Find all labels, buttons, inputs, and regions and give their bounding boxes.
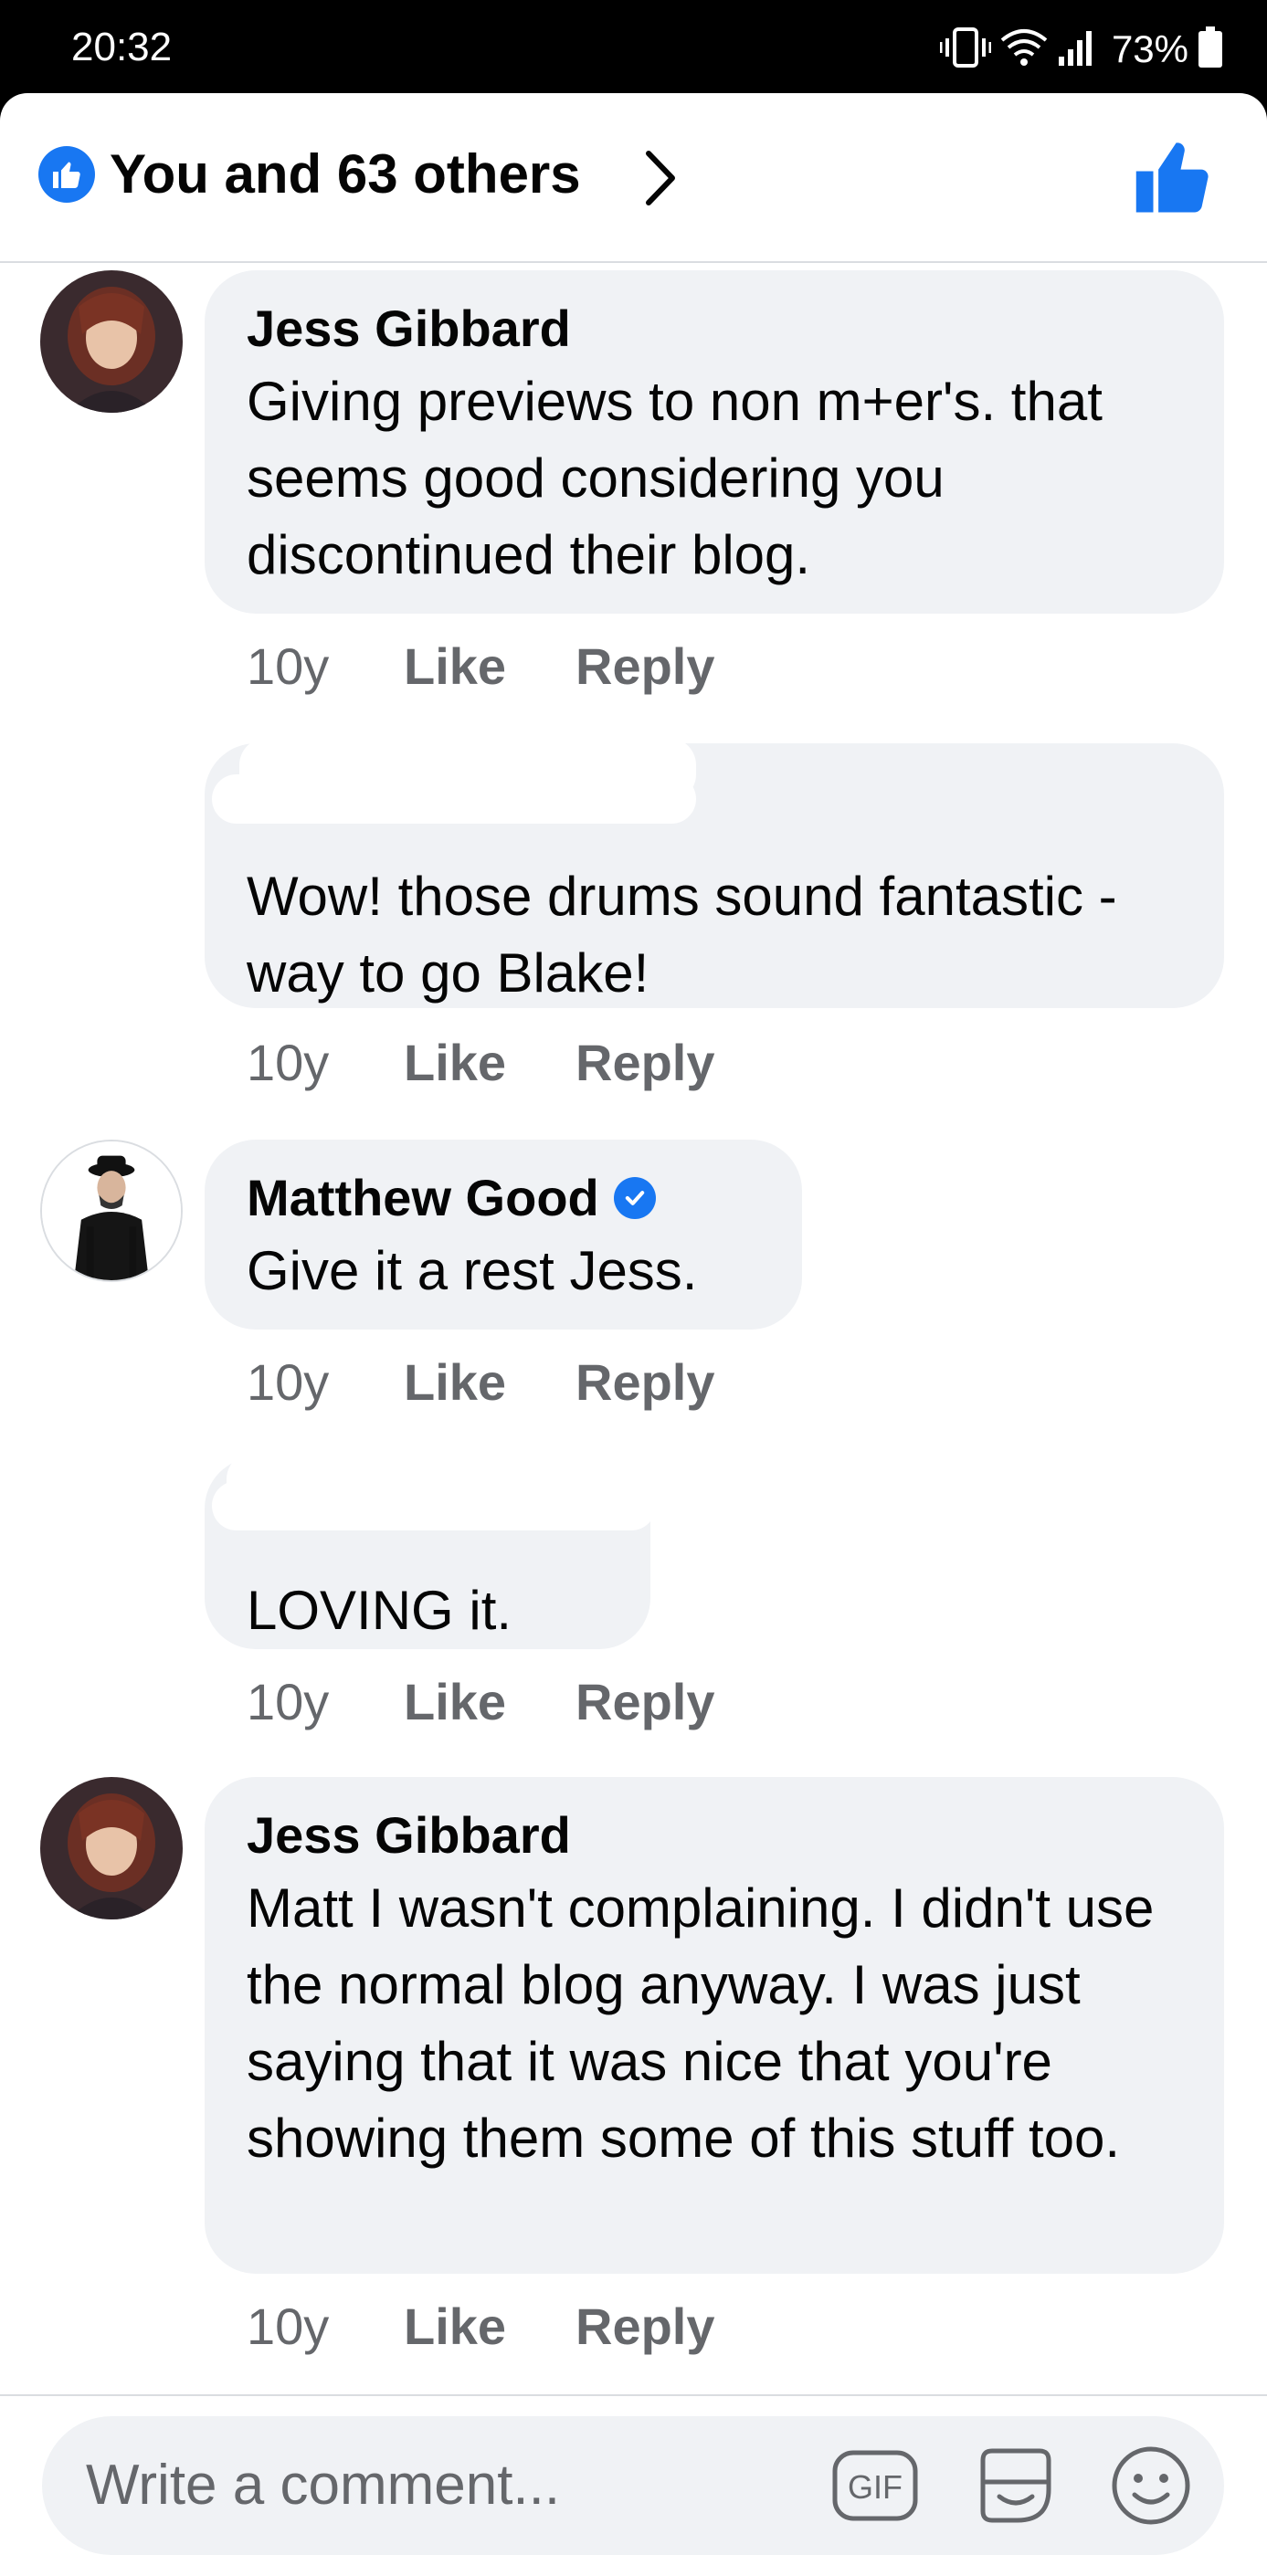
comment-author[interactable]: Jess Gibbard — [247, 294, 1182, 363]
comment-author-row: Matthew Good — [247, 1163, 760, 1233]
battery-icon — [1198, 26, 1223, 73]
reply-button[interactable]: Reply — [575, 1346, 715, 1419]
avatar[interactable] — [40, 1140, 183, 1282]
comment-age: 10y — [247, 1034, 330, 1091]
comment-text: LOVING it. — [247, 1580, 512, 1641]
gif-button[interactable]: GIF — [831, 2449, 919, 2522]
vibrate-icon — [939, 26, 992, 72]
like-button[interactable]: Like — [404, 1666, 506, 1739]
sticker-icon[interactable] — [972, 2442, 1060, 2529]
redaction-mark — [212, 774, 696, 824]
verified-badge-icon — [613, 1177, 656, 1219]
status-time: 20:32 — [71, 25, 173, 69]
comment-bubble[interactable]: Jess Gibbard Matt I wasn't complaining. … — [205, 1777, 1224, 2274]
comment-author[interactable]: Matthew Good — [247, 1163, 599, 1233]
like-badge-icon — [38, 146, 95, 203]
reactions-summary[interactable]: You and 63 others — [110, 142, 581, 206]
avatar[interactable] — [40, 270, 183, 413]
wifi-icon — [1000, 27, 1048, 72]
like-button[interactable]: Like — [404, 630, 506, 703]
comment-placeholder: Write a comment... — [86, 2454, 561, 2517]
gif-label: GIF — [848, 2468, 903, 2506]
reactions-header[interactable]: You and 63 others — [0, 93, 1267, 263]
like-button[interactable]: Like — [404, 2290, 506, 2363]
thumbs-up-icon[interactable] — [1133, 137, 1215, 219]
comment-text: Wow! those drums sound fantastic - way t… — [247, 866, 1133, 1004]
emoji-icon[interactable] — [1109, 2444, 1193, 2528]
comment-bubble[interactable]: Jess Gibbard Giving previews to non m+er… — [205, 270, 1224, 614]
comment-text: Matt I wasn't complaining. I didn't use … — [247, 1877, 1170, 2169]
comment-text: Giving previews to non m+er's. that seem… — [247, 371, 1118, 585]
reply-button[interactable]: Reply — [575, 1026, 715, 1099]
avatar[interactable] — [40, 1777, 183, 1919]
redaction-mark — [212, 1481, 656, 1530]
comment-input[interactable]: Write a comment... GIF — [42, 2416, 1224, 2555]
chevron-right-icon[interactable] — [641, 146, 678, 215]
reply-button[interactable]: Reply — [575, 1666, 715, 1739]
like-button[interactable]: Like — [404, 1346, 506, 1419]
screen: 20:32 73% You and 63 others Jess Gibbard… — [0, 0, 1267, 2576]
reply-button[interactable]: Reply — [575, 630, 715, 703]
status-icons: 73% — [939, 24, 1223, 75]
comment-text: Give it a rest Jess. — [247, 1240, 698, 1301]
reply-button[interactable]: Reply — [575, 2290, 715, 2363]
comment-bubble[interactable]: Matthew Good Give it a rest Jess. — [205, 1140, 802, 1330]
comment-age: 10y — [247, 637, 330, 695]
comment-composer: Write a comment... GIF — [0, 2394, 1267, 2576]
battery-percent: 73% — [1111, 27, 1188, 70]
signal-icon — [1057, 27, 1097, 72]
like-button[interactable]: Like — [404, 1026, 506, 1099]
comment-author[interactable]: Jess Gibbard — [247, 1801, 1182, 1870]
comment-age: 10y — [247, 1353, 330, 1411]
comment-age: 10y — [247, 1673, 330, 1730]
comments-sheet: You and 63 others Jess Gibbard Giving pr… — [0, 93, 1267, 2576]
status-bar: 20:32 73% — [0, 0, 1267, 95]
comment-age: 10y — [247, 2297, 330, 2355]
